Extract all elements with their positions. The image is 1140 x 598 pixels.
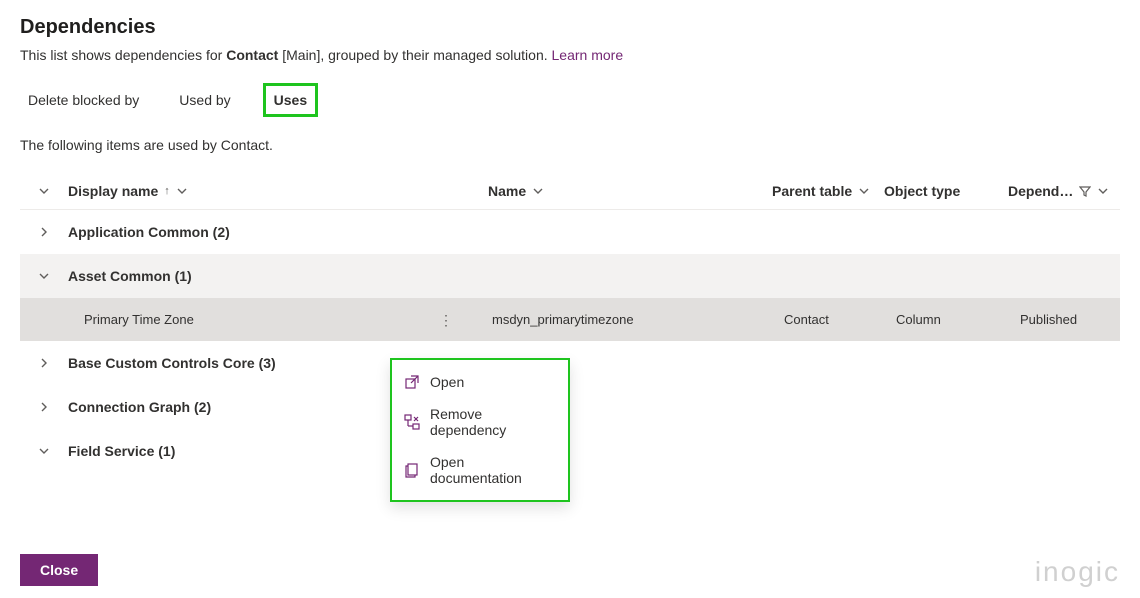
cell-display-name: Primary Time Zone [68, 312, 428, 327]
column-header-display-name[interactable]: Display name ↑ [68, 183, 428, 199]
column-header-parent[interactable]: Parent table [772, 183, 884, 199]
cell-name: msdyn_primarytimezone [464, 312, 784, 327]
chevron-right-icon [38, 357, 50, 369]
more-vertical-icon[interactable]: ⋮ [427, 313, 465, 327]
chevron-down-icon [532, 185, 544, 197]
remove-dependency-icon [404, 414, 420, 430]
filter-icon [1079, 185, 1091, 197]
context-menu: Open Remove dependency Open documentatio… [390, 358, 570, 502]
chevron-right-icon [38, 226, 50, 238]
group-row-application-common[interactable]: Application Common (2) [20, 210, 1120, 254]
subtitle-entity: Contact [226, 47, 278, 63]
group-label: Application Common (2) [68, 224, 230, 240]
menu-item-open[interactable]: Open [392, 366, 568, 398]
table-header: Display name ↑ Name Parent table Object … [20, 173, 1120, 210]
watermark-logo: inogic [1035, 556, 1120, 588]
chevron-down-icon[interactable] [38, 185, 50, 197]
group-row-base-custom[interactable]: Base Custom Controls Core (3) [20, 341, 1120, 385]
learn-more-link[interactable]: Learn more [552, 47, 624, 63]
column-label: Object type [884, 183, 960, 199]
page-subtitle: This list shows dependencies for Contact… [20, 47, 1120, 63]
tab-uses[interactable]: Uses [263, 83, 318, 117]
menu-label: Open documentation [430, 454, 556, 486]
page-title: Dependencies [20, 16, 1120, 39]
cell-dependency: Published [1020, 312, 1120, 327]
column-label: Depend… [1008, 183, 1073, 199]
subtitle-suffix: [Main], grouped by their managed solutio… [278, 47, 551, 63]
sort-ascending-icon: ↑ [164, 185, 170, 197]
menu-item-open-docs[interactable]: Open documentation [392, 446, 568, 494]
group-row-asset-common[interactable]: Asset Common (1) [20, 254, 1120, 298]
column-label: Display name [68, 183, 158, 199]
tab-used-by[interactable]: Used by [171, 86, 238, 114]
cell-parent-table: Contact [784, 312, 896, 327]
chevron-down-icon [176, 185, 188, 197]
group-label: Field Service (1) [68, 443, 175, 459]
menu-label: Open [430, 374, 464, 390]
chevron-right-icon [38, 401, 50, 413]
group-row-connection-graph[interactable]: Connection Graph (2) [20, 385, 1120, 429]
column-header-name[interactable]: Name [464, 183, 772, 199]
group-label: Asset Common (1) [68, 268, 192, 284]
tabs-bar: Delete blocked by Used by Uses [20, 83, 1120, 117]
column-label: Name [488, 183, 526, 199]
group-label: Base Custom Controls Core (3) [68, 355, 276, 371]
tab-description: The following items are used by Contact. [20, 137, 1120, 153]
chevron-down-icon [858, 185, 870, 197]
documentation-icon [404, 462, 420, 478]
open-icon [404, 374, 420, 390]
column-label: Parent table [772, 183, 852, 199]
table-row[interactable]: Primary Time Zone ⋮ msdyn_primarytimezon… [20, 298, 1120, 341]
close-button[interactable]: Close [20, 554, 98, 586]
column-header-object[interactable]: Object type [884, 183, 1008, 199]
chevron-down-icon [38, 270, 50, 282]
column-header-depend[interactable]: Depend… [1008, 183, 1120, 199]
chevron-down-icon [38, 445, 50, 457]
subtitle-prefix: This list shows dependencies for [20, 47, 226, 63]
tab-delete-blocked[interactable]: Delete blocked by [20, 86, 147, 114]
cell-object-type: Column [896, 312, 1020, 327]
group-row-field-service[interactable]: Field Service (1) [20, 429, 1120, 473]
menu-item-remove-dependency[interactable]: Remove dependency [392, 398, 568, 446]
menu-label: Remove dependency [430, 406, 556, 438]
group-label: Connection Graph (2) [68, 399, 211, 415]
chevron-down-icon [1097, 185, 1109, 197]
